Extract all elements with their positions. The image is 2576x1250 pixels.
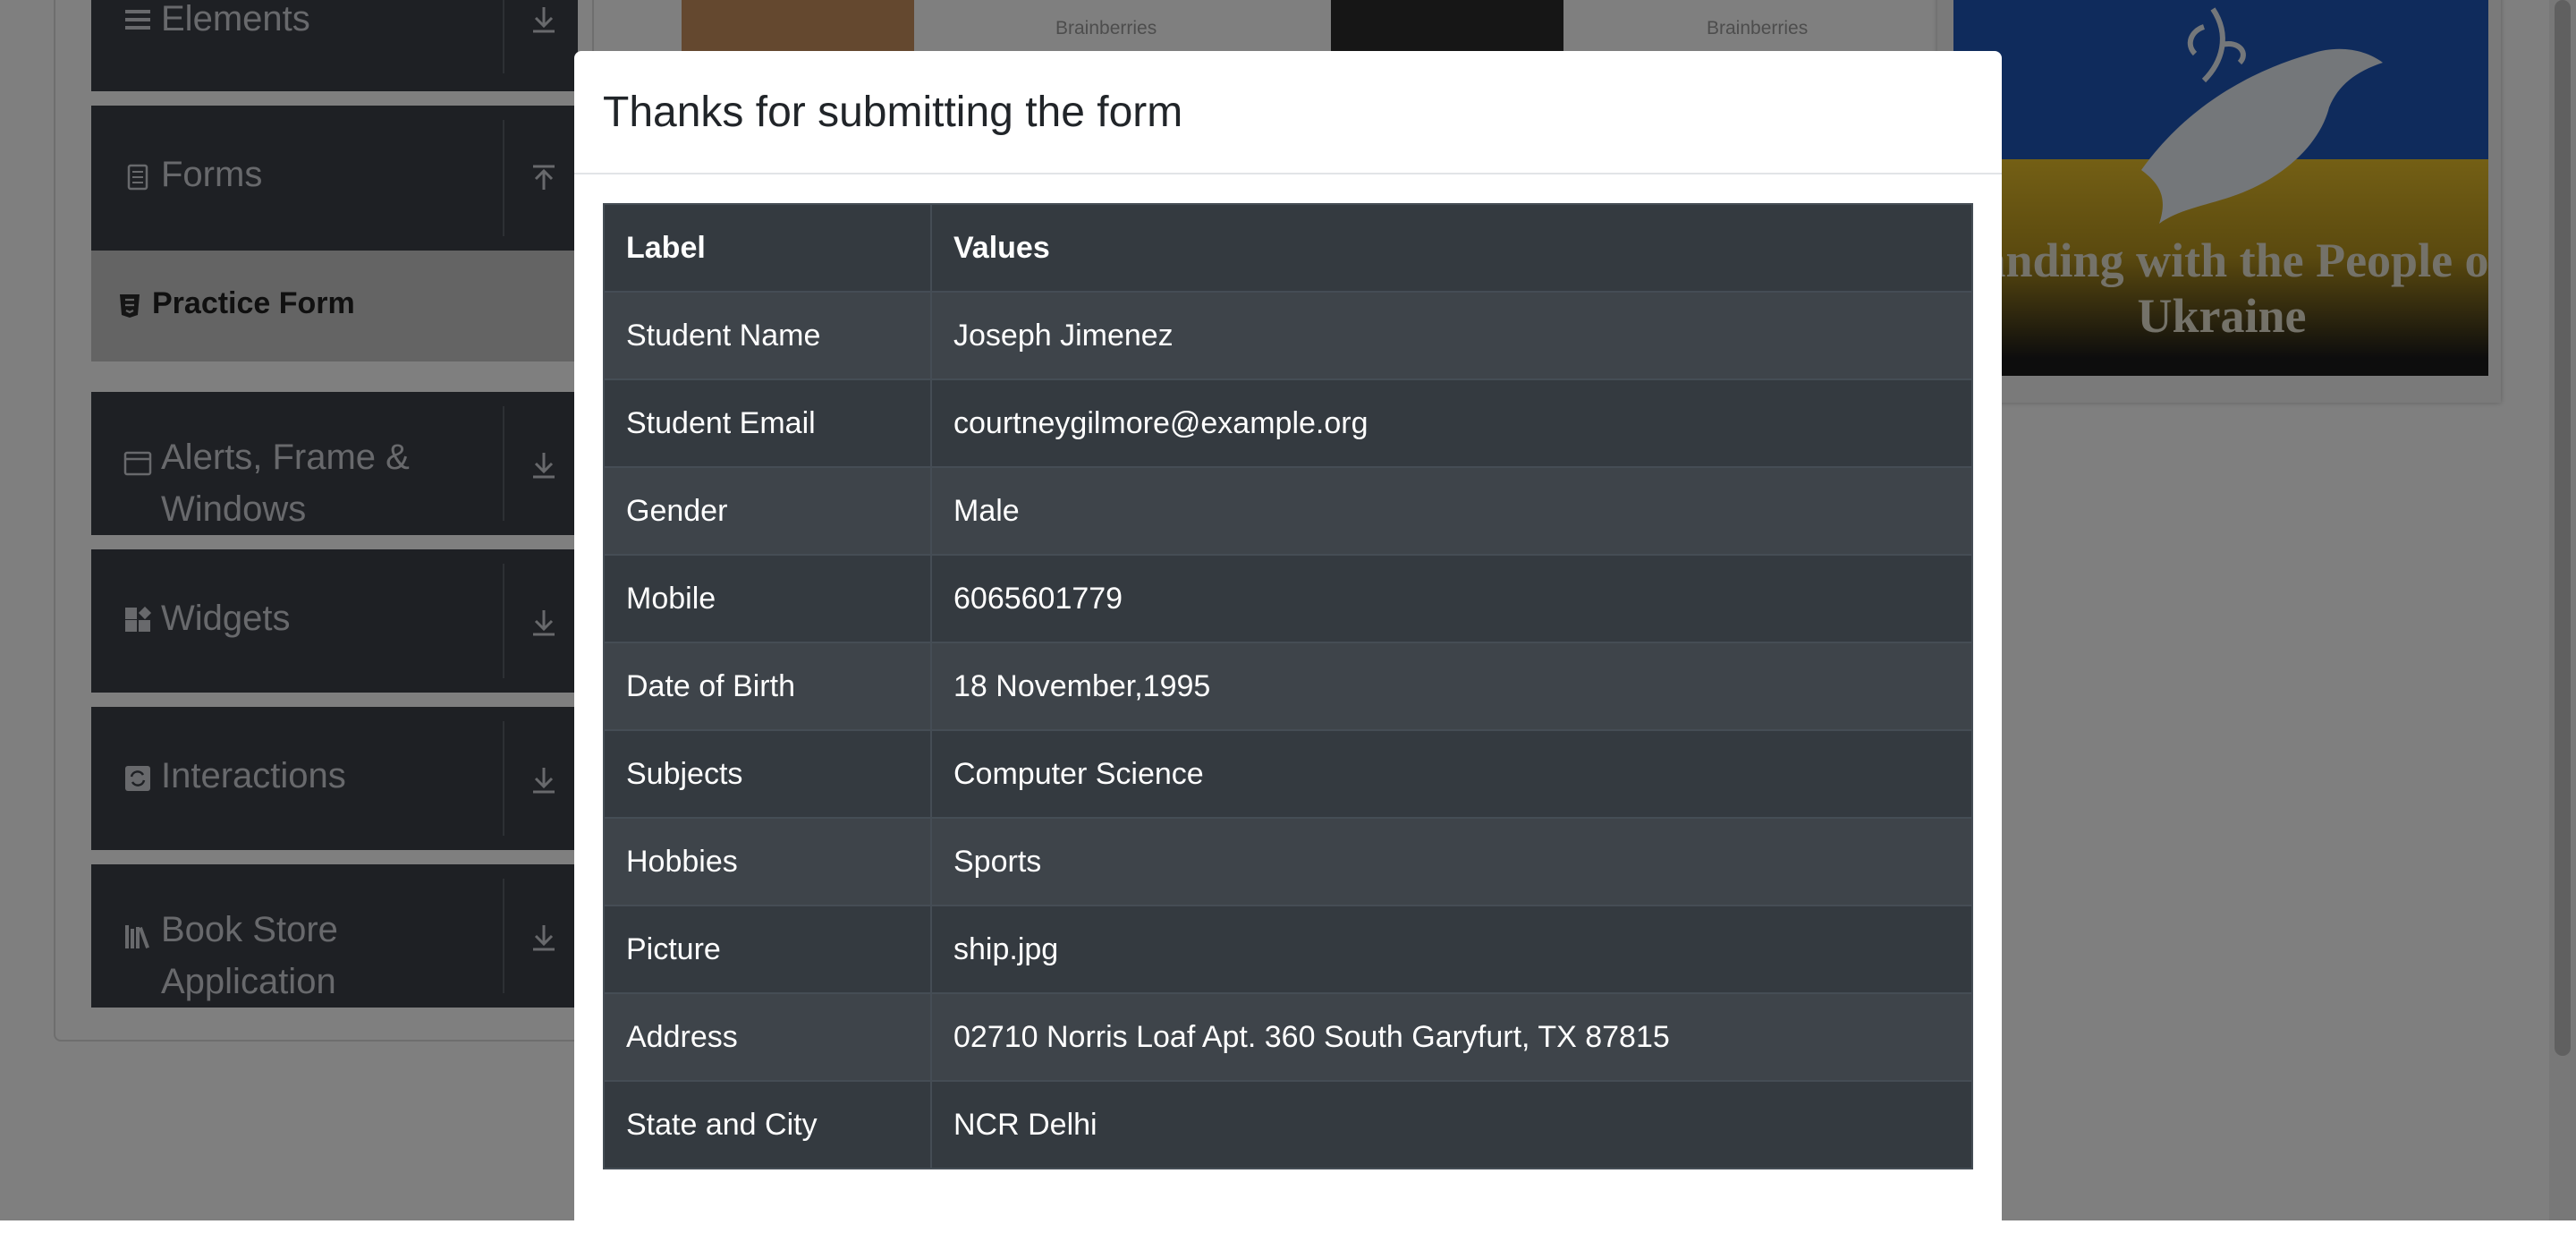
modal-header: Thanks for submitting the form (574, 51, 2002, 174)
row-value: NCR Delhi (930, 1080, 1973, 1169)
table-row: Student Email courtneygilmore@example.org (603, 378, 1973, 468)
row-value: Joseph Jimenez (930, 291, 1973, 380)
row-label: State and City (603, 1080, 932, 1169)
table-header-row: Label Values (603, 203, 1973, 293)
row-label: Student Name (603, 291, 932, 380)
table-row: Hobbies Sports (603, 817, 1973, 906)
row-label: Picture (603, 905, 932, 994)
results-table: Label Values Student Name Joseph Jimenez … (603, 203, 1973, 1169)
table-row: Gender Male (603, 466, 1973, 556)
table-row: Student Name Joseph Jimenez (603, 291, 1973, 380)
row-label: Mobile (603, 554, 932, 643)
row-label: Date of Birth (603, 642, 932, 731)
table-row: Mobile 6065601779 (603, 554, 1973, 643)
row-label: Hobbies (603, 817, 932, 906)
row-value: 02710 Norris Loaf Apt. 360 South Garyfur… (930, 992, 1973, 1082)
row-label: Subjects (603, 729, 932, 819)
table-row: State and City NCR Delhi (603, 1080, 1973, 1169)
row-value: Computer Science (930, 729, 1973, 819)
table-row: Picture ship.jpg (603, 905, 1973, 994)
row-value: Male (930, 466, 1973, 556)
row-value: courtneygilmore@example.org (930, 378, 1973, 468)
table-row: Subjects Computer Science (603, 729, 1973, 819)
table-row: Date of Birth 18 November,1995 (603, 642, 1973, 731)
column-header-values: Values (930, 203, 1973, 293)
modal-title: Thanks for submitting the form (603, 89, 1183, 136)
row-value: Sports (930, 817, 1973, 906)
submission-modal: Thanks for submitting the form Label Val… (574, 51, 2002, 1250)
row-label: Student Email (603, 378, 932, 468)
table-row: Address 02710 Norris Loaf Apt. 360 South … (603, 992, 1973, 1082)
row-label: Gender (603, 466, 932, 556)
row-value: ship.jpg (930, 905, 1973, 994)
row-value: 6065601779 (930, 554, 1973, 643)
row-value: 18 November,1995 (930, 642, 1973, 731)
row-label: Address (603, 992, 932, 1082)
column-header-label: Label (603, 203, 932, 293)
